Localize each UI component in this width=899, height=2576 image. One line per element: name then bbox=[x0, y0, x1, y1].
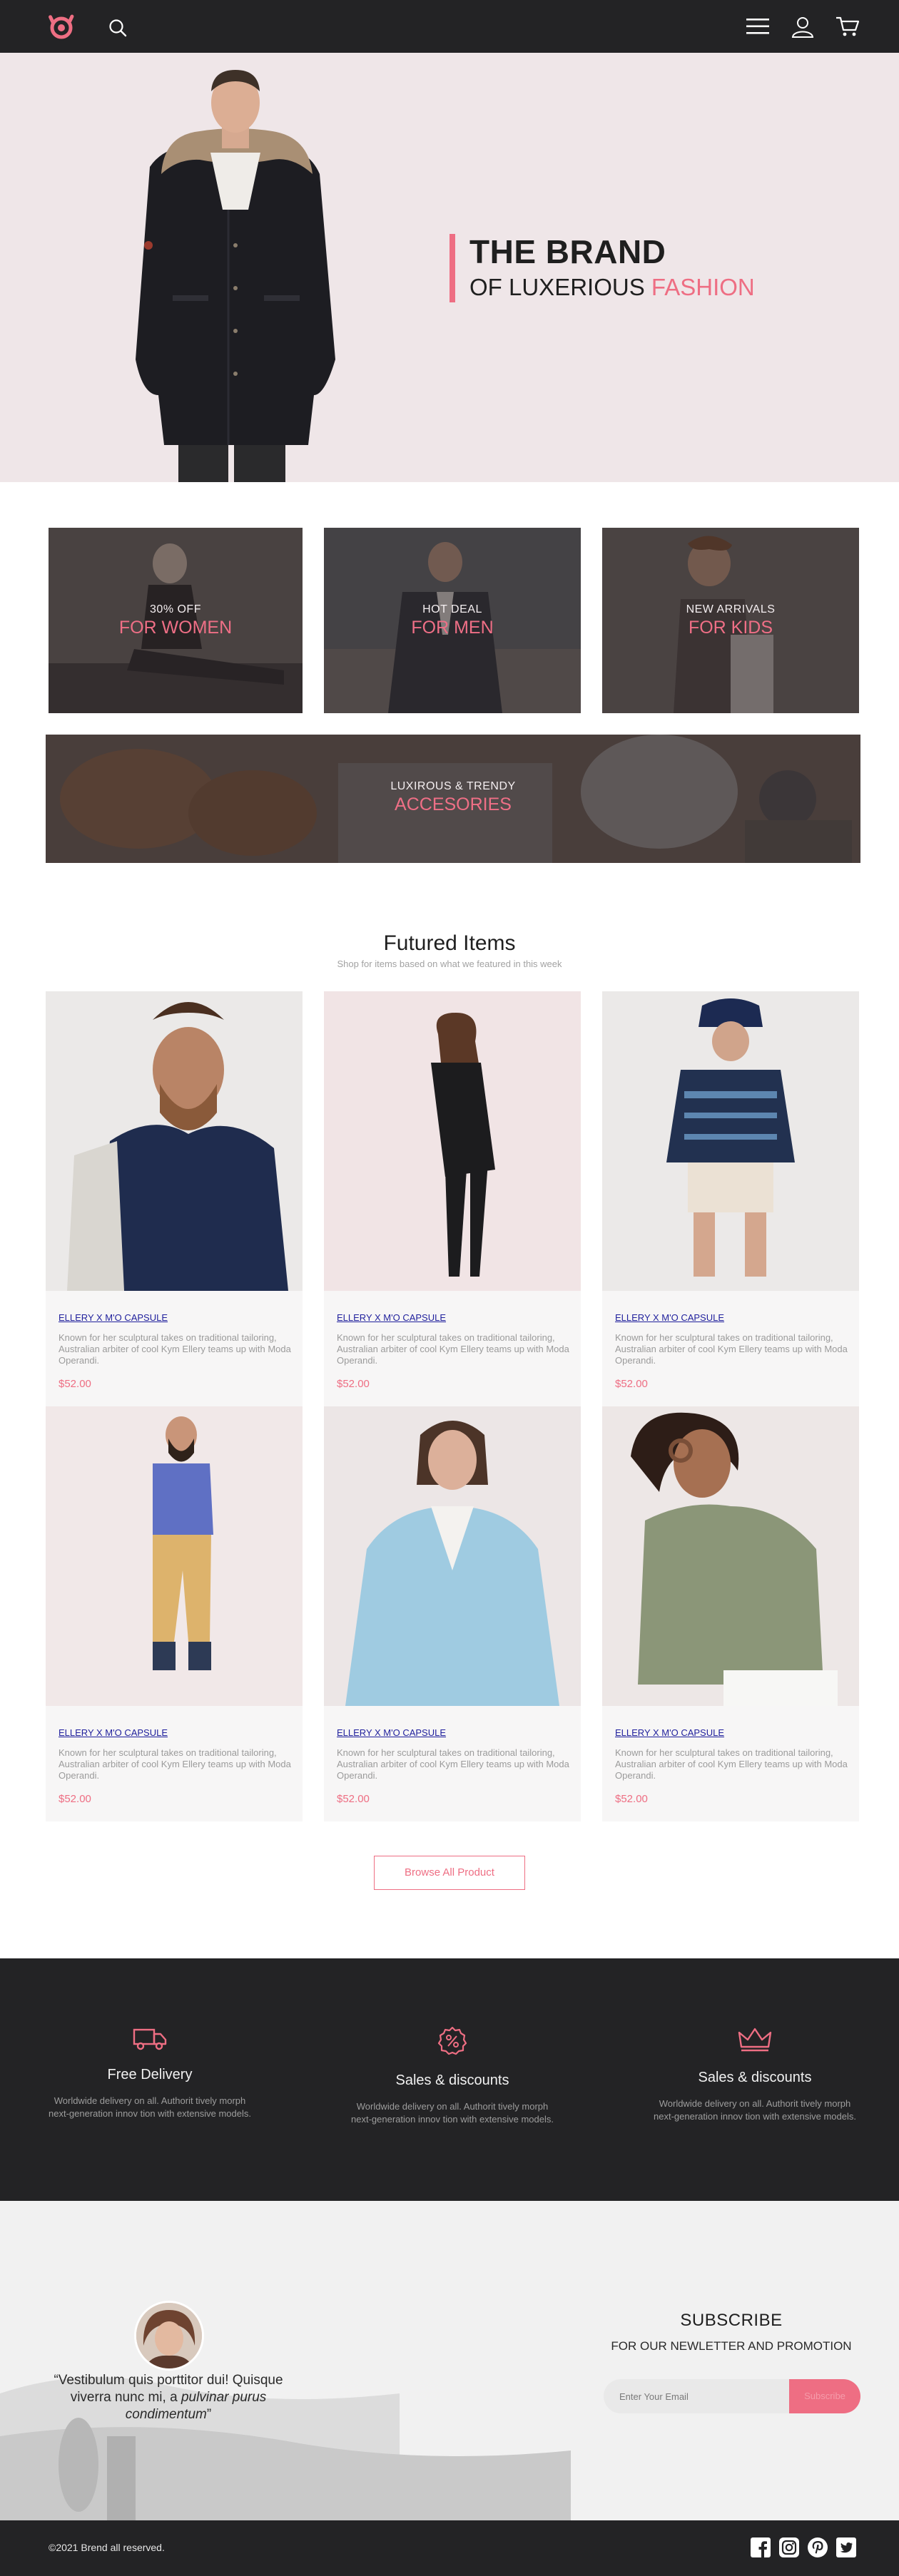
product-card[interactable]: ELLERY X M'O CAPSULE Known for her sculp… bbox=[46, 991, 303, 1406]
feature-title: Sales & discounts bbox=[395, 2072, 509, 2088]
top-navbar bbox=[0, 0, 899, 53]
category-caption: LUXIROUS & TRENDY ACCESORIES bbox=[46, 780, 860, 815]
feature-description-line: Worldwide delivery on all. Authorit tive… bbox=[659, 2098, 851, 2109]
browse-all-products-button[interactable]: Browse All Product bbox=[374, 1856, 525, 1890]
search-icon[interactable] bbox=[107, 17, 128, 39]
featured-title: Futured Items bbox=[383, 931, 516, 955]
instagram-icon[interactable] bbox=[779, 2537, 799, 2557]
hero-model-image bbox=[136, 70, 335, 482]
category-big-label: FOR MEN bbox=[411, 618, 494, 638]
hero-subtitle-accent: FASHION bbox=[651, 274, 755, 300]
feature-description-line: next-generation innov tion with extensiv… bbox=[351, 2114, 554, 2125]
product-image bbox=[324, 991, 581, 1291]
product-description: Known for her sculptural takes on tradit… bbox=[59, 1747, 291, 1781]
product-card[interactable]: ELLERY X M'O CAPSULE Known for her sculp… bbox=[324, 991, 581, 1406]
hero-title: THE BRAND bbox=[469, 233, 666, 270]
cart-icon[interactable] bbox=[835, 14, 860, 39]
hero-banner: THE BRAND OF LUXERIOUS FASHION bbox=[0, 53, 899, 482]
twitter-icon[interactable] bbox=[836, 2537, 856, 2557]
product-brand-link[interactable]: ELLERY X M'O CAPSULE bbox=[615, 1727, 724, 1738]
feature-free-delivery: Free Delivery Worldwide delivery on all.… bbox=[21, 2025, 278, 2120]
footer: ©2021 Brend all reserved. bbox=[0, 2520, 899, 2576]
feature-title: Free Delivery bbox=[107, 2067, 193, 2082]
product-brand-link[interactable]: ELLERY X M'O CAPSULE bbox=[337, 1727, 446, 1738]
category-big-label: ACCESORIES bbox=[395, 794, 512, 814]
feature-description-line: next-generation innov tion with extensiv… bbox=[654, 2111, 856, 2122]
product-price: $52.00 bbox=[615, 1378, 648, 1390]
product-description: Known for her sculptural takes on tradit… bbox=[59, 1332, 291, 1366]
percent-discount-icon bbox=[437, 2026, 467, 2055]
product-description: Known for her sculptural takes on tradit… bbox=[615, 1747, 848, 1781]
product-description: Known for her sculptural takes on tradit… bbox=[337, 1747, 569, 1781]
category-small-label: HOT DEAL bbox=[422, 603, 482, 615]
product-card[interactable]: ELLERY X M'O CAPSULE Known for her sculp… bbox=[602, 991, 859, 1406]
feature-sales-discounts: Sales & discounts Worldwide delivery on … bbox=[324, 2025, 581, 2126]
feature-description-line: Worldwide delivery on all. Authorit tive… bbox=[54, 2095, 246, 2106]
category-tile-women[interactable]: 30% OFF FOR WOMEN bbox=[49, 528, 303, 713]
feature-description: Worldwide delivery on all. Authorit tive… bbox=[324, 2100, 581, 2126]
category-small-label: LUXIROUS & TRENDY bbox=[390, 780, 516, 792]
product-brand-link[interactable]: ELLERY X M'O CAPSULE bbox=[615, 1312, 724, 1323]
product-description: Known for her sculptural takes on tradit… bbox=[337, 1332, 569, 1366]
features-section: Free Delivery Worldwide delivery on all.… bbox=[0, 1958, 899, 2201]
product-image bbox=[46, 1406, 303, 1706]
category-caption: 30% OFF FOR WOMEN bbox=[49, 603, 303, 638]
quote-end: ” bbox=[206, 2407, 212, 2422]
beach-background-image bbox=[0, 2201, 899, 2520]
feature-description: Worldwide delivery on all. Authorit tive… bbox=[626, 2097, 883, 2123]
testimonial-quote: “Vestibulum quis porttitor dui! Quisque … bbox=[43, 2372, 294, 2423]
category-big-label: FOR KIDS bbox=[688, 618, 773, 638]
product-image bbox=[324, 1406, 581, 1706]
category-big-label: FOR WOMEN bbox=[118, 618, 233, 638]
hamburger-menu-icon[interactable] bbox=[745, 16, 771, 37]
pinterest-icon[interactable] bbox=[808, 2537, 828, 2557]
product-card[interactable]: ELLERY X M'O CAPSULE Known for her sculp… bbox=[46, 1406, 303, 1821]
product-brand-link[interactable]: ELLERY X M'O CAPSULE bbox=[59, 1727, 168, 1738]
email-input[interactable] bbox=[604, 2379, 789, 2413]
avatar-photo bbox=[136, 2303, 202, 2368]
delivery-truck-icon bbox=[133, 2028, 167, 2050]
subscribe-subtitle: FOR OUR NEWLETTER AND PROMOTION bbox=[611, 2339, 852, 2353]
feature-description: Worldwide delivery on all. Authorit tive… bbox=[21, 2095, 278, 2120]
crown-icon bbox=[738, 2028, 772, 2052]
hero-subtitle: OF LUXERIOUS FASHION bbox=[469, 274, 755, 301]
product-price: $52.00 bbox=[59, 1793, 91, 1805]
feature-description-line: next-generation innov tion with extensiv… bbox=[49, 2108, 251, 2119]
category-tile-men[interactable]: HOT DEAL FOR MEN bbox=[324, 528, 581, 713]
product-card[interactable]: ELLERY X M'O CAPSULE Known for her sculp… bbox=[324, 1406, 581, 1821]
category-small-label: NEW ARRIVALS bbox=[686, 603, 776, 615]
product-brand-link[interactable]: ELLERY X M'O CAPSULE bbox=[337, 1312, 446, 1323]
featured-subtitle: Shop for items based on what we featured… bbox=[337, 959, 562, 969]
feature-description-line: Worldwide delivery on all. Authorit tive… bbox=[356, 2101, 549, 2112]
product-price: $52.00 bbox=[615, 1793, 648, 1805]
product-image bbox=[46, 991, 303, 1291]
product-image bbox=[602, 991, 859, 1291]
brand-hand-logo-icon[interactable] bbox=[46, 12, 77, 41]
product-price: $52.00 bbox=[337, 1378, 370, 1390]
category-tile-kids[interactable]: NEW ARRIVALS FOR KIDS bbox=[602, 528, 859, 713]
category-small-label: 30% OFF bbox=[150, 603, 201, 615]
hero-accent-bar bbox=[450, 234, 455, 302]
product-card[interactable]: ELLERY X M'O CAPSULE Known for her sculp… bbox=[602, 1406, 859, 1821]
product-price: $52.00 bbox=[59, 1378, 91, 1390]
subscribe-button[interactable]: Subscribe bbox=[789, 2379, 860, 2413]
category-tile-accessories[interactable]: LUXIROUS & TRENDY ACCESORIES bbox=[46, 735, 860, 863]
hero-subtitle-prefix: OF LUXERIOUS bbox=[469, 274, 651, 300]
facebook-icon[interactable] bbox=[751, 2537, 771, 2557]
page: THE BRAND OF LUXERIOUS FASHION 30% OFF F… bbox=[0, 0, 899, 2576]
subscribe-section: “Vestibulum quis porttitor dui! Quisque … bbox=[0, 2201, 899, 2520]
product-brand-link[interactable]: ELLERY X M'O CAPSULE bbox=[59, 1312, 168, 1323]
product-price: $52.00 bbox=[337, 1793, 370, 1805]
copyright-text: ©2021 Brend all reserved. bbox=[49, 2542, 165, 2553]
category-caption: HOT DEAL FOR MEN bbox=[324, 603, 581, 638]
product-image bbox=[602, 1406, 859, 1706]
feature-sales-discounts-crown: Sales & discounts Worldwide delivery on … bbox=[626, 2025, 883, 2123]
product-description: Known for her sculptural takes on tradit… bbox=[615, 1332, 848, 1366]
user-icon[interactable] bbox=[791, 14, 815, 39]
category-caption: NEW ARRIVALS FOR KIDS bbox=[602, 603, 859, 638]
subscribe-title: SUBSCRIBE bbox=[680, 2311, 783, 2330]
testimonial-avatar bbox=[134, 2301, 204, 2371]
feature-title: Sales & discounts bbox=[698, 2070, 812, 2085]
